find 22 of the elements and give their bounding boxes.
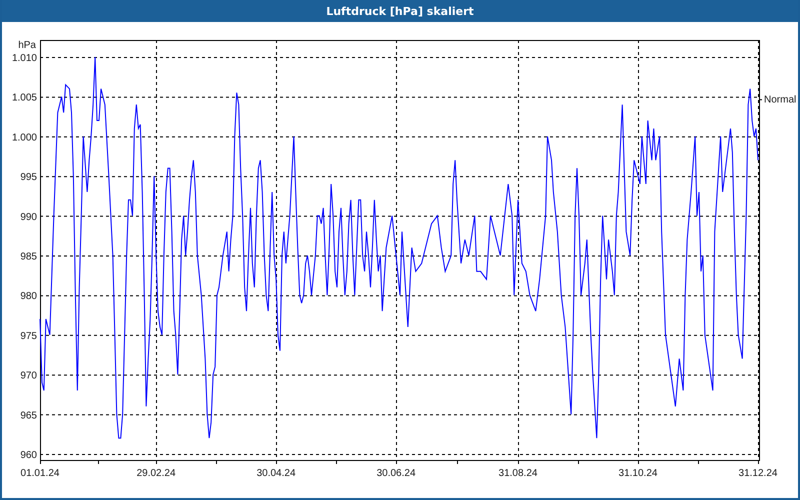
y-tick-label: 980 <box>20 291 37 302</box>
reference-label: Normal <box>764 94 796 106</box>
y-tick-label: 970 <box>20 370 37 382</box>
y-tick-label: 990 <box>20 212 37 223</box>
x-tick-label: 31.10.24 <box>618 468 658 479</box>
x-tick-label: 31.12.24 <box>738 468 778 479</box>
y-tick-label: 985 <box>20 252 37 262</box>
y-tick-label: 995 <box>20 172 37 184</box>
y-tick-label: 1.000 <box>12 132 37 144</box>
y-tick-label: 960 <box>20 450 37 461</box>
x-tick-label: 31.08.24 <box>498 468 538 479</box>
y-tick-label: 1.005 <box>12 92 37 104</box>
x-tick-label: 29.02.24 <box>136 468 176 479</box>
reference-tick <box>758 99 762 100</box>
y-axis-unit: hPa <box>18 40 36 51</box>
y-tick-label: 1.010 <box>12 53 37 64</box>
x-tick-label: 30.06.24 <box>376 468 416 479</box>
x-tick-label: 01.01.24 <box>20 468 60 479</box>
y-tick-label: 975 <box>20 330 37 342</box>
window-title: Luftdruck [hPa] skaliert <box>326 4 474 18</box>
y-tick-label: 965 <box>20 410 37 422</box>
x-tick-label: 30.04.24 <box>256 468 296 479</box>
